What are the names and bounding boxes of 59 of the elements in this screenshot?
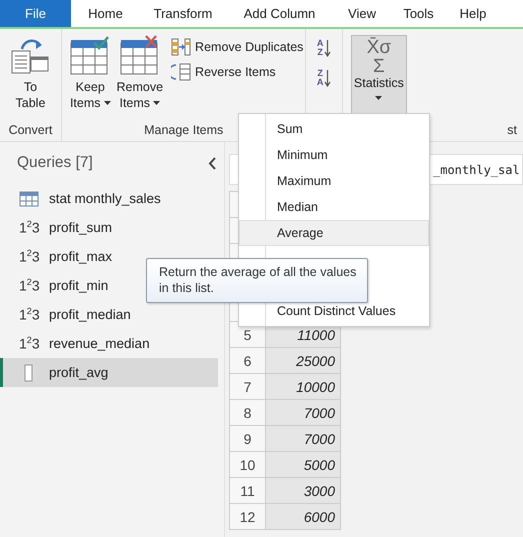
menu-tab[interactable]: Tools <box>391 0 446 27</box>
row-number: 7 <box>230 374 266 400</box>
remove-items-button[interactable]: Remove Items <box>116 35 164 119</box>
query-item[interactable]: 1$^{2}$3 profit_sum <box>0 213 218 242</box>
table-cell: 5000 <box>266 452 340 478</box>
menu-tab[interactable]: View <box>333 0 391 27</box>
table-cell: 25000 <box>266 348 340 374</box>
table-cell: 6000 <box>266 504 340 530</box>
sort-button[interactable]: Z A <box>316 65 332 91</box>
menu-tab[interactable]: Transform <box>140 0 226 27</box>
number-type-icon: 1$^{2}$3 <box>19 219 39 236</box>
table-icon <box>19 190 39 206</box>
keep-items-button[interactable]: Keep Items <box>70 35 110 119</box>
number-type-icon: 1$^{2}$3 <box>19 335 39 352</box>
menu-tab[interactable]: Home <box>71 0 140 27</box>
down-arrow-icon <box>324 39 332 57</box>
reverse-items-button[interactable]: Reverse Items <box>169 60 306 84</box>
sort-button[interactable]: A Z <box>316 35 332 61</box>
number-type-icon: 1$^{2}$3 <box>19 248 39 265</box>
menu-item[interactable]: Maximum <box>239 168 429 194</box>
caret-icon <box>153 101 160 105</box>
row-number: 12 <box>230 504 266 530</box>
row-number: 9 <box>230 426 266 452</box>
table-cell: 7000 <box>266 400 340 426</box>
menu-item[interactable]: Sum <box>239 116 429 142</box>
row-number: 6 <box>230 348 266 374</box>
remove-duplicates-button[interactable]: Remove Duplicates <box>169 35 306 59</box>
duplicates-icon <box>171 38 192 56</box>
number-type-icon: 1$^{2}$3 <box>19 277 39 294</box>
query-item[interactable]: 1$^{2}$3 revenue_median <box>0 329 218 358</box>
row-number: 11 <box>230 478 266 504</box>
collapse-icon[interactable] <box>208 156 216 170</box>
to-table-button[interactable]: To Table <box>10 35 50 119</box>
row-number: 8 <box>230 400 266 426</box>
down-arrow-icon <box>324 69 332 87</box>
menu-item[interactable]: Median <box>239 194 429 220</box>
row-number: 10 <box>230 452 266 478</box>
number-type-icon: 1$^{2}$3 <box>19 306 39 323</box>
caret-icon <box>375 96 382 100</box>
menu-item[interactable]: Minimum <box>239 142 429 168</box>
menu-tab[interactable]: File <box>0 0 71 27</box>
table-cell: 7000 <box>266 426 340 452</box>
remove-grid-icon <box>120 35 160 75</box>
menu-item[interactable]: Average <box>239 220 429 246</box>
tooltip: Return the average of all the values in this list. <box>146 258 368 303</box>
table-cell: 3000 <box>266 478 340 504</box>
group-label: st <box>507 123 517 137</box>
panel-title: Queries [7] <box>17 154 93 172</box>
query-item[interactable]: stat monthly_sales <box>0 184 218 213</box>
query-item[interactable]: profit_avg <box>0 358 218 387</box>
caret-icon <box>104 101 110 105</box>
menu-tab[interactable]: Help <box>446 0 500 27</box>
table-cell: 10000 <box>266 374 340 400</box>
group-label: Manage Items <box>144 123 224 137</box>
query-item[interactable]: 1$^{2}$3 profit_median <box>0 300 218 329</box>
group-label: Convert <box>8 123 52 137</box>
keep-grid-icon <box>70 35 110 75</box>
reverse-icon <box>171 63 192 81</box>
menu-tab[interactable]: Add Column <box>226 0 333 27</box>
